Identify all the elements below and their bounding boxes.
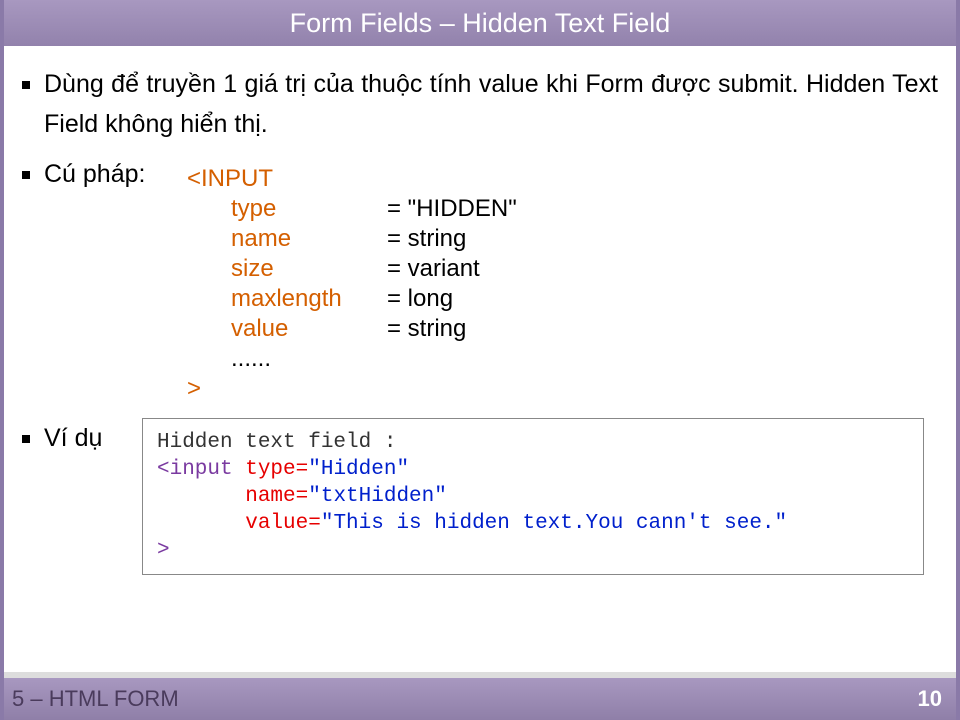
syntax-row: name = string	[187, 224, 938, 254]
example-line: Hidden text field :	[157, 431, 396, 454]
bullet-icon	[22, 171, 30, 179]
bullet-description-text: Dùng để truyền 1 giá trị của thuộc tính …	[44, 64, 938, 144]
syntax-attr-value: = long	[387, 284, 453, 314]
syntax-row: value = string	[187, 314, 938, 344]
syntax-attr-value: = "HIDDEN"	[387, 194, 517, 224]
example-attr: value=	[245, 512, 321, 535]
example-value: "txtHidden"	[308, 485, 447, 508]
footer: 5 – HTML FORM 10	[4, 678, 956, 720]
example-value: "Hidden"	[308, 458, 409, 481]
footer-section-label: 5 – HTML FORM	[12, 686, 179, 712]
syntax-block: <INPUT type = "HIDDEN" name = string siz…	[187, 164, 938, 404]
slide-content: Dùng để truyền 1 giá trị của thuộc tính …	[4, 46, 956, 575]
bullet-syntax: Cú pháp:	[22, 154, 938, 194]
example-tag: <input	[157, 458, 245, 481]
syntax-attr-name: value	[187, 314, 387, 344]
bullet-syntax-label: Cú pháp:	[44, 154, 938, 194]
slide-title: Form Fields – Hidden Text Field	[4, 0, 956, 46]
bullet-example: Ví dụ	[22, 418, 142, 458]
syntax-close-tag: >	[187, 374, 938, 404]
bullet-icon	[22, 81, 30, 89]
example-value: "This is hidden text.You cann't see."	[321, 512, 787, 535]
syntax-ellipsis: ......	[187, 344, 938, 374]
example-attr: type=	[245, 458, 308, 481]
example-attr: name=	[245, 485, 308, 508]
syntax-attr-name: name	[187, 224, 387, 254]
bullet-example-label: Ví dụ	[44, 418, 142, 458]
syntax-attr-value: = string	[387, 314, 466, 344]
syntax-attr-value: = string	[387, 224, 466, 254]
syntax-row: maxlength = long	[187, 284, 938, 314]
syntax-row: type = "HIDDEN"	[187, 194, 938, 224]
example-code-box: Hidden text field : <input type="Hidden"…	[142, 418, 924, 575]
syntax-attr-value: = variant	[387, 254, 480, 284]
syntax-row: size = variant	[187, 254, 938, 284]
syntax-attr-name: maxlength	[187, 284, 387, 314]
syntax-attr-name: type	[187, 194, 387, 224]
example-tag-close: >	[157, 539, 170, 562]
bullet-description: Dùng để truyền 1 giá trị của thuộc tính …	[22, 64, 938, 144]
bullet-icon	[22, 435, 30, 443]
example-section: Ví dụ Hidden text field : <input type="H…	[22, 418, 938, 575]
syntax-attr-name: size	[187, 254, 387, 284]
footer-page-number: 10	[918, 686, 942, 712]
